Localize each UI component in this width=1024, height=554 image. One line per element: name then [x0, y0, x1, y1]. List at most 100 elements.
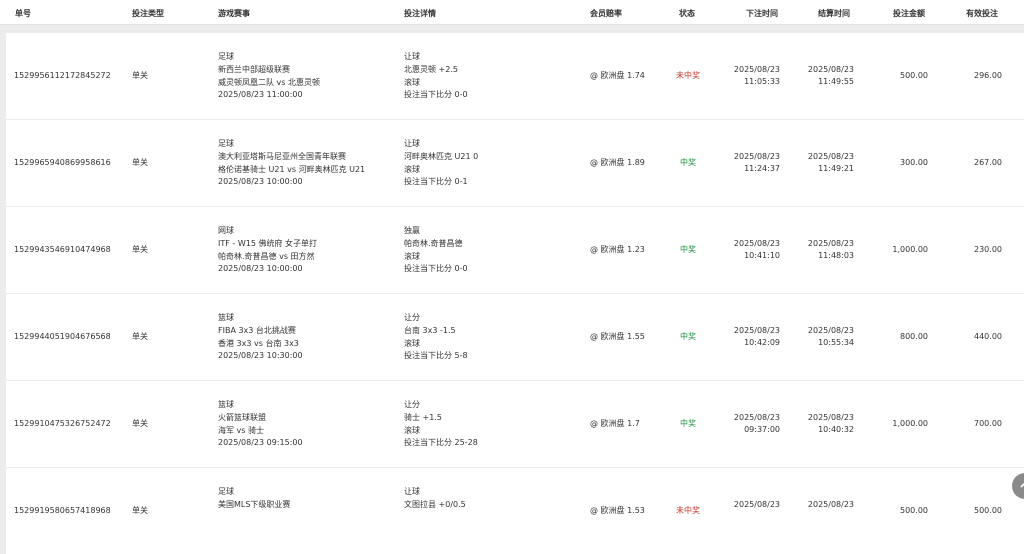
settle-time: 2025/08/23 11:49:55: [798, 64, 854, 88]
bet-clock: 10:41:10: [744, 251, 780, 260]
bet-amount: 1,000.00: [892, 419, 928, 428]
table-row[interactable]: 1529956112172845272 单关 足球 新西兰中部超级联赛 威灵顿凤凰二队 …: [6, 33, 1024, 119]
member-odds: @ 欧洲盘 1.23: [590, 245, 645, 254]
event-match: 威灵顿凤凰二队 vs 北惠灵顿: [218, 77, 320, 87]
event-time: 2025/08/23 09:15:00: [218, 438, 303, 448]
settle-date: 2025/08/23: [807, 413, 854, 422]
valid-bet: 230.00: [974, 245, 1002, 254]
settle-clock: 11:49:21: [818, 164, 854, 173]
order-number: 1529919580657418968: [14, 506, 111, 515]
bet-clock: 09:37:00: [744, 425, 780, 434]
col-amount: 投注金额: [893, 9, 925, 18]
col-odds: 会员赔率: [590, 9, 622, 18]
bet-details: 让分 骑士 +1.5 滚球 投注当下比分 25-28: [404, 399, 478, 450]
settle-date: 2025/08/23: [807, 500, 854, 509]
bet-market: 让球: [404, 52, 420, 61]
status-badge: 未中奖: [676, 71, 700, 80]
bet-mode: 滚球: [404, 77, 420, 87]
event-sport: 篮球: [218, 400, 234, 409]
bet-score: 投注当下比分 5-8: [404, 351, 468, 361]
bet-date: 2025/08/23: [733, 152, 780, 161]
event-match: 香港 3x3 vs 台南 3x3: [218, 338, 299, 348]
bet-score: 投注当下比分 25-28: [404, 438, 478, 448]
table-row[interactable]: 1529919580657418968 单关 足球美国MLS下级职业赛 让球文图拉县 …: [6, 468, 1024, 554]
bet-type: 单关: [132, 158, 148, 167]
valid-bet: 440.00: [974, 332, 1002, 341]
event-league: ITF - W15 佛统府 女子单打: [218, 238, 317, 248]
bet-clock: 10:42:09: [744, 338, 780, 347]
bet-amount: 500.00: [900, 71, 928, 80]
order-number: 1529943546910474968: [14, 245, 111, 254]
bet-type: 单关: [132, 419, 148, 428]
event-sport: 足球: [218, 487, 234, 496]
event-sport: 足球: [218, 139, 234, 148]
bet-amount: 300.00: [900, 158, 928, 167]
table-row[interactable]: 1529965940869958616 单关 足球 澳大利亚塔斯马尼亚州全国青年联赛格…: [6, 120, 1024, 206]
bet-time: 2025/08/23 10:41:10: [724, 238, 780, 262]
table-row[interactable]: 1529944051904676568 单关 篮球 FIBA 3x3 台北挑战赛 香港 …: [6, 294, 1024, 380]
valid-bet: 700.00: [974, 419, 1002, 428]
bet-amount: 500.00: [900, 506, 928, 515]
event-sport: 足球: [218, 52, 234, 61]
valid-bet: 296.00: [974, 71, 1002, 80]
bet-market: 让球: [404, 487, 420, 496]
member-odds: @ 欧洲盘 1.7: [590, 419, 640, 428]
bet-details: 让球 河畔奥林匹克 U21 0 滚球 投注当下比分 0-1: [404, 138, 478, 189]
bet-amount: 800.00: [900, 332, 928, 341]
bet-date: 2025/08/23: [733, 239, 780, 248]
event-info: 足球 澳大利亚塔斯马尼亚州全国青年联赛 格伦诺基骑士 U21 vs 河畔奥林匹克 U…: [218, 138, 365, 189]
event-league: 新西兰中部超级联赛: [218, 64, 290, 74]
status-badge: 中奖: [680, 158, 696, 167]
settle-clock: 11:49:55: [818, 77, 854, 86]
col-details: 投注详情: [404, 9, 436, 18]
event-sport: 篮球: [218, 313, 234, 322]
event-league: 澳大利亚塔斯马尼亚州全国青年联赛: [218, 151, 346, 161]
settle-clock: 11:48:03: [818, 251, 854, 260]
status-badge: 中奖: [680, 245, 696, 254]
bet-type: 单关: [132, 245, 148, 254]
bet-details: 独赢 帕奇林.奇普昌德 滚球 投注当下比分 0-0: [404, 225, 468, 276]
col-status: 状态: [679, 9, 695, 18]
bet-time: 2025/08/23 09:37:00: [724, 412, 780, 436]
table-row[interactable]: 1529910475326752472 单关 篮球 火箭篮球联盟 海军 vs 骑士 202…: [6, 381, 1024, 467]
member-odds: @ 欧洲盘 1.55: [590, 332, 645, 341]
table-row[interactable]: 1529943546910474968 单关 网球 ITF - W15 佛统府 女子单…: [6, 207, 1024, 293]
member-odds: @ 欧洲盘 1.89: [590, 158, 645, 167]
bet-selection: 北惠灵顿 +2.5: [404, 64, 458, 74]
bet-selection: 文图拉县 +0/0.5: [404, 499, 466, 509]
settle-time: 2025/08/23 10:40:32: [798, 412, 854, 436]
settle-time: 2025/08/23 11:49:21: [798, 151, 854, 175]
bet-details: 让分 台南 3x3 -1.5 滚球 投注当下比分 5-8: [404, 312, 468, 363]
bet-score: 投注当下比分 0-0: [404, 90, 468, 100]
settle-time: 2025/08/23 10:55:34: [798, 325, 854, 349]
col-bet-type: 投注类型: [132, 9, 164, 18]
bet-type: 单关: [132, 506, 148, 515]
order-number: 1529910475326752472: [14, 419, 111, 428]
settle-date: 2025/08/23: [807, 239, 854, 248]
event-time: 2025/08/23 10:00:00: [218, 264, 303, 274]
valid-bet: 500.00: [974, 506, 1002, 515]
event-time: 2025/08/23 10:30:00: [218, 351, 303, 361]
bet-amount: 1,000.00: [892, 245, 928, 254]
col-order-no: 单号: [15, 9, 31, 18]
settle-date: 2025/08/23: [807, 326, 854, 335]
bet-market: 让分: [404, 400, 420, 409]
event-sport: 网球: [218, 226, 234, 235]
bet-selection: 河畔奥林匹克 U21 0: [404, 151, 479, 161]
status-badge: 中奖: [680, 332, 696, 341]
valid-bet: 267.00: [974, 158, 1002, 167]
bet-score: 投注当下比分 0-0: [404, 264, 468, 274]
order-number: 1529956112172845272: [14, 71, 111, 80]
settle-time: 2025/08/23: [798, 499, 854, 511]
event-league: 美国MLS下级职业赛: [218, 499, 291, 509]
bet-mode: 滚球: [404, 425, 420, 435]
order-number: 1529944051904676568: [14, 332, 111, 341]
event-time: 2025/08/23 10:00:00: [218, 177, 303, 187]
settle-clock: 10:55:34: [818, 338, 854, 347]
col-valid: 有效投注: [966, 9, 998, 18]
event-league: FIBA 3x3 台北挑战赛: [218, 325, 296, 335]
status-badge: 未中奖: [676, 506, 700, 515]
bet-date: 2025/08/23: [733, 326, 780, 335]
bet-score: 投注当下比分 0-1: [404, 177, 468, 187]
settle-date: 2025/08/23: [807, 65, 854, 74]
